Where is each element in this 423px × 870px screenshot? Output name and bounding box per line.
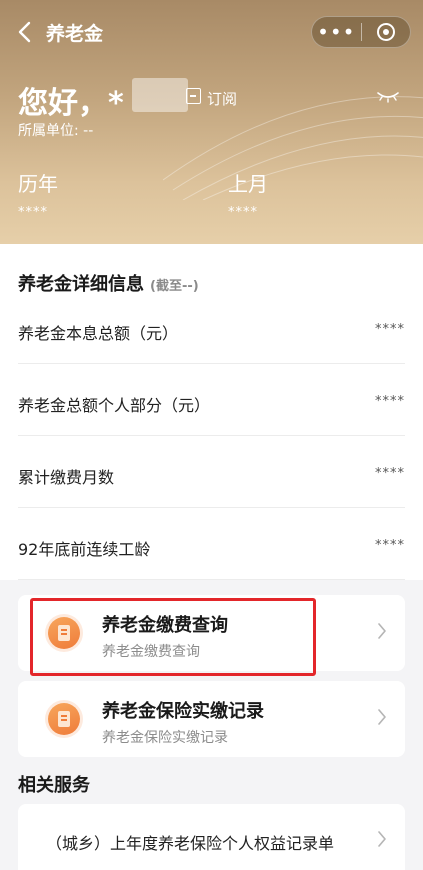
related-service-item[interactable]: （城乡）上年度养老保险个人权益记录单 [18,804,405,870]
header-banner: 养老金 ••• 您好，* 订阅 所属单位: -- 历年 **** 上月 **** [0,0,423,244]
detail-row-label: 累计缴费月数 [18,468,115,487]
detail-row: 92年底前连续工龄 **** [18,508,405,580]
detail-row-label: 养老金本息总额（元） [18,324,179,343]
navbar: 养老金 ••• [0,0,423,64]
page-title: 养老金 [46,23,104,45]
target-circle-icon[interactable] [361,23,410,41]
back-arrow-icon[interactable] [14,18,38,46]
decorative-curves [163,96,423,200]
detail-row-value: **** [375,322,405,337]
chevron-right-icon [378,623,386,639]
insurance-record-card[interactable]: 养老金保险实缴记录 养老金保险实缴记录 [18,681,405,757]
masked-name [132,78,188,112]
unit-label: 所属单位: -- [18,123,94,139]
document-icon [48,617,80,649]
detail-row-value: **** [375,466,405,481]
stat-label-last-month: 上月 [228,172,268,196]
subscribe-icon[interactable] [186,88,201,104]
card-title: 养老金保险实缴记录 [102,701,264,722]
document-icon [48,703,80,735]
card-subtitle: 养老金保险实缴记录 [102,730,228,746]
mini-program-capsule: ••• [311,16,411,48]
pension-detail-section: 养老金详细信息 (截至--) 养老金本息总额（元） **** 养老金总额个人部分（… [0,244,423,580]
subscribe-button[interactable]: 订阅 [207,88,237,109]
stat-value-all-years: **** [18,205,48,220]
detail-row-label: 92年底前连续工龄 [18,540,151,559]
detail-row-label: 养老金总额个人部分（元） [18,396,211,415]
detail-row: 累计缴费月数 **** [18,436,405,508]
ellipsis-icon[interactable]: ••• [312,22,361,42]
card-subtitle: 养老金缴费查询 [102,644,200,660]
detail-row-value: **** [375,394,405,409]
eye-closed-icon[interactable] [376,88,400,104]
related-services-title: 相关服务 [18,775,90,796]
stat-value-last-month: **** [228,205,258,220]
stat-label-all-years: 历年 [18,172,58,196]
payment-query-card[interactable]: 养老金缴费查询 养老金缴费查询 [18,595,405,671]
chevron-right-icon [378,831,386,847]
greeting-text: 您好，* [18,86,124,121]
chevron-right-icon [378,709,386,725]
related-service-label: （城乡）上年度养老保险个人权益记录单 [46,834,335,853]
card-title: 养老金缴费查询 [102,615,228,636]
detail-row-value: **** [375,538,405,553]
detail-row: 养老金本息总额（元） **** [18,292,405,364]
detail-row: 养老金总额个人部分（元） **** [18,364,405,436]
